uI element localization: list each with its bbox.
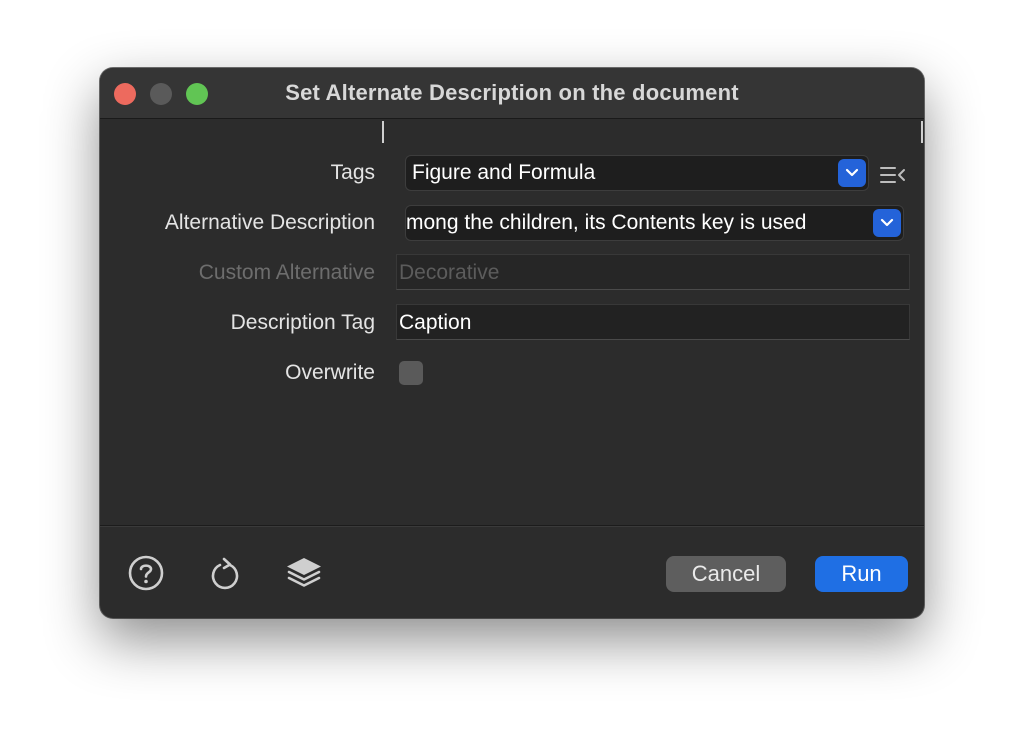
custom-alternative-field: Decorative — [396, 254, 910, 290]
cancel-button[interactable]: Cancel — [666, 556, 786, 592]
overwrite-checkbox[interactable] — [399, 361, 423, 385]
tags-select[interactable]: Figure and Formula — [405, 155, 869, 191]
alt-description-select[interactable]: mong the children, its Contents key is u… — [405, 205, 904, 241]
reset-icon[interactable] — [206, 554, 244, 592]
chevron-down-icon — [873, 209, 901, 237]
overwrite-label: Overwrite — [285, 361, 375, 384]
chevron-down-icon — [838, 159, 866, 187]
tags-label: Tags — [330, 161, 375, 184]
alt-description-label: Alternative Description — [164, 211, 375, 234]
run-button[interactable]: Run — [815, 556, 908, 592]
list-collapse-icon[interactable] — [879, 164, 907, 186]
custom-alternative-label: Custom Alternative — [198, 261, 375, 284]
alt-description-value: mong the children, its Contents key is u… — [406, 211, 807, 234]
footer-divider — [100, 525, 924, 527]
layers-icon[interactable] — [283, 554, 321, 592]
description-tag-label: Description Tag — [230, 311, 375, 334]
dialog-window: Set Alternate Description on the documen… — [100, 68, 924, 618]
description-tag-field[interactable]: Caption — [396, 304, 910, 340]
title-bar: Set Alternate Description on the documen… — [100, 68, 924, 119]
tags-select-value: Figure and Formula — [412, 161, 596, 184]
edge-mark — [921, 121, 923, 143]
window-title: Set Alternate Description on the documen… — [285, 80, 739, 105]
help-icon[interactable] — [127, 554, 165, 592]
text-cursor-mark — [382, 121, 384, 143]
